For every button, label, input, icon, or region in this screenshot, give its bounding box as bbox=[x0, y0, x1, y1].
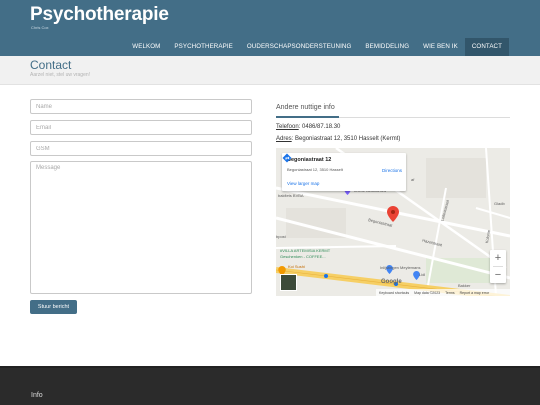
embedded-map[interactable]: Imene Belkhamed bakfiets BVBA Begoniastr… bbox=[276, 148, 510, 296]
map-label: Inlijstingen Meylemans bbox=[380, 265, 421, 270]
map-label: Gladb bbox=[494, 201, 505, 206]
address-line: Adres: Begoniastraat 12, 3510 Hasselt (K… bbox=[276, 136, 400, 142]
nav-item-ouderschapsondersteuning[interactable]: OUDERSCHAPSONDERSTEUNING bbox=[240, 38, 359, 56]
view-larger-map-link[interactable]: View larger map bbox=[287, 181, 319, 186]
phone-line: Telefoon: 0486/87.18.30 bbox=[276, 124, 340, 130]
phone-value: : 0486/87.18.30 bbox=[298, 124, 341, 130]
site-brand[interactable]: Psychotherapie bbox=[30, 4, 169, 26]
zoom-in-button[interactable]: + bbox=[490, 250, 506, 266]
address-label: Adres bbox=[276, 136, 292, 142]
map-label: Bakker bbox=[458, 283, 471, 288]
side-info-divider-accent bbox=[276, 116, 339, 118]
site-footer: Info bbox=[0, 366, 540, 405]
nav-item-psychotherapie[interactable]: PSYCHOTHERAPIE bbox=[167, 38, 239, 56]
map-label: #VILLA ARTEMISIA KERMT bbox=[280, 248, 331, 253]
map-label: Geschenken - COFFEE... bbox=[280, 254, 326, 259]
zoom-out-button[interactable]: − bbox=[490, 267, 506, 283]
nav-item-wie-ben-ik[interactable]: WIE BEN IK bbox=[416, 38, 465, 56]
footer-title: Info bbox=[31, 392, 43, 399]
page-title: Contact bbox=[30, 58, 72, 72]
submit-button[interactable]: Stuur bericht bbox=[30, 300, 77, 314]
message-textarea[interactable] bbox=[30, 161, 252, 294]
map-label: bakfiets BVBA bbox=[278, 193, 304, 198]
directions-icon[interactable] bbox=[282, 153, 292, 163]
site-header: Psychotherapie Chris Cox WELKOM PSYCHOTH… bbox=[0, 0, 540, 56]
keyboard-shortcuts-link[interactable]: Keyboard shortcuts bbox=[379, 291, 409, 295]
page-subtitle: Aarzel niet, stel uw vragen! bbox=[30, 72, 91, 78]
page-title-bar: Contact Aarzel niet, stel uw vragen! bbox=[0, 56, 540, 85]
directions-link[interactable]: Directions bbox=[382, 168, 402, 173]
name-input[interactable] bbox=[30, 99, 252, 114]
map-data-text: Map data ©2023 bbox=[414, 290, 441, 295]
map-attribution-bar: Keyboard shortcuts Map data ©2023 Terms … bbox=[376, 289, 510, 296]
report-error-link[interactable]: Report a map error bbox=[460, 291, 490, 295]
terms-link[interactable]: Terms bbox=[445, 291, 455, 295]
nav-item-welkom[interactable]: WELKOM bbox=[125, 38, 167, 56]
site-brand-subtitle: Chris Cox bbox=[31, 25, 49, 30]
map-label: bpost bbox=[276, 234, 286, 239]
google-logo: Google bbox=[381, 279, 402, 285]
email-input[interactable] bbox=[30, 120, 252, 135]
nav-item-bemiddeling[interactable]: BEMIDDELING bbox=[358, 38, 416, 56]
map-zoom-control: + − bbox=[490, 250, 506, 283]
map-card-title: Begoniastraat 12 bbox=[287, 157, 332, 163]
phone-label: Telefoon bbox=[276, 124, 299, 130]
map-card-address: Begoniastraat 12, 3510 Hasselt bbox=[287, 167, 343, 172]
map-label: Koi Sushi bbox=[288, 264, 305, 269]
map-satellite-toggle[interactable] bbox=[280, 274, 297, 291]
address-value: : Begoniastraat 12, 3510 Hasselt (Kermt) bbox=[291, 136, 401, 142]
map-info-card: Begoniastraat 12 Begoniastraat 12, 3510 … bbox=[282, 153, 406, 191]
gsm-input[interactable] bbox=[30, 141, 252, 156]
main-nav: WELKOM PSYCHOTHERAPIE OUDERSCHAPSONDERST… bbox=[125, 38, 509, 56]
side-info-title: Andere nuttige info bbox=[276, 104, 335, 111]
map-pin-icon[interactable] bbox=[387, 206, 399, 222]
map-label: af bbox=[411, 177, 415, 182]
nav-item-contact[interactable]: CONTACT bbox=[464, 38, 509, 56]
map-label: Lidl bbox=[419, 272, 426, 277]
